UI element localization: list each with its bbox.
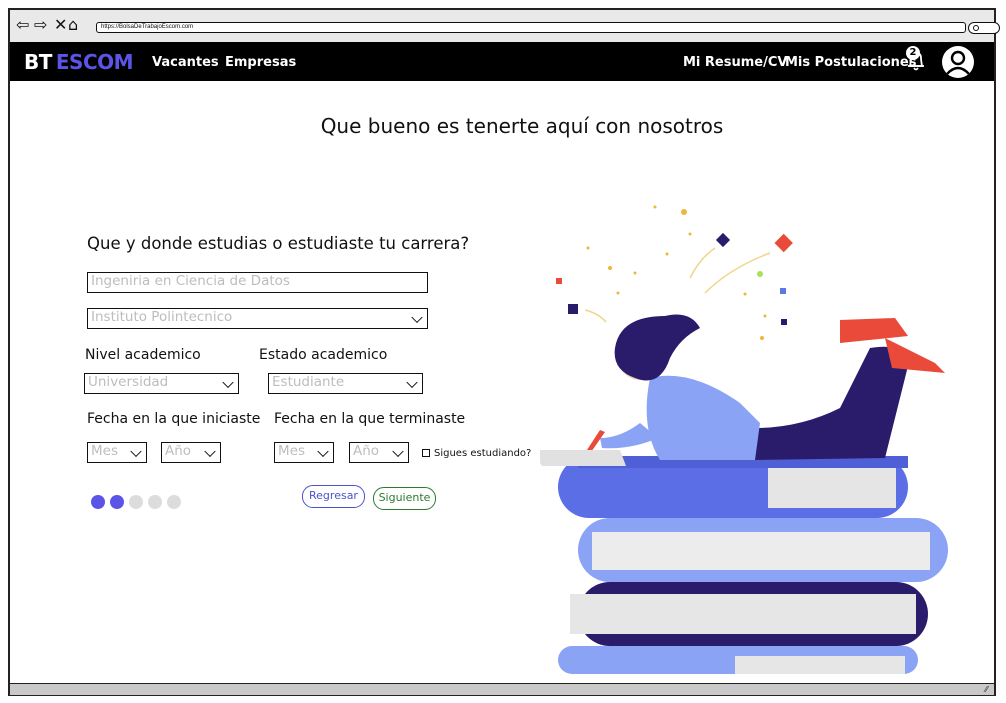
progress-dot — [167, 495, 181, 509]
still-studying-checkbox[interactable]: Sigues estudiando? — [422, 448, 531, 459]
academic-status-select[interactable]: Estudiante — [268, 373, 423, 394]
career-input[interactable]: Ingeniria en Ciencia de Datos — [87, 272, 428, 293]
school-select-value: Instituto Polintecnico — [91, 309, 233, 325]
browser-status-bar — [10, 683, 994, 695]
back-button[interactable]: Regresar — [302, 485, 365, 508]
academic-level-label: Nivel academico — [85, 347, 201, 363]
start-year-value: Año — [165, 443, 192, 459]
nav-link-resume[interactable]: Mi Resume/CV — [683, 55, 787, 70]
browser-search-icon[interactable] — [968, 22, 1000, 34]
progress-dot — [91, 495, 105, 509]
end-date-label: Fecha en la que terminaste — [274, 411, 466, 427]
end-month-select[interactable]: Mes — [274, 442, 334, 463]
chevron-down-icon — [392, 445, 404, 457]
academic-level-select[interactable]: Universidad — [84, 373, 239, 394]
browser-toolbar: ⇦ ⇨ ✕ ⌂ https://BolsaDeTrabajoEscom.com — [10, 10, 1000, 43]
start-month-value: Mes — [91, 443, 118, 459]
start-month-select[interactable]: Mes — [87, 442, 147, 463]
book-stack — [558, 456, 948, 674]
end-year-select[interactable]: Año — [349, 442, 409, 463]
home-icon[interactable]: ⌂ — [68, 15, 78, 35]
url-bar[interactable]: https://BolsaDeTrabajoEscom.com — [96, 22, 966, 33]
academic-status-value: Estudiante — [272, 374, 345, 390]
start-date-label: Fecha en la que iniciaste — [87, 411, 261, 427]
progress-dot — [129, 495, 143, 509]
progress-indicator — [91, 494, 186, 513]
user-icon — [946, 50, 970, 75]
notification-badge: 2 — [906, 46, 920, 60]
brand-bt: BT — [24, 50, 52, 74]
app-navbar: BT ESCOM Vacantes Empresas Mi Resume/CV M… — [10, 42, 994, 81]
arrow-left-icon[interactable]: ⇦ — [16, 15, 29, 35]
nav-link-postulaciones[interactable]: Mis Postulaciones — [785, 55, 916, 70]
start-year-select[interactable]: Año — [161, 442, 221, 463]
next-button[interactable]: Siguiente — [373, 487, 436, 510]
student-illustration — [540, 205, 948, 674]
end-year-value: Año — [353, 443, 380, 459]
brand-logo[interactable]: BT ESCOM — [24, 50, 134, 74]
chevron-down-icon — [204, 445, 216, 457]
nav-link-vacantes[interactable]: Vacantes — [152, 55, 219, 70]
school-select[interactable]: Instituto Polintecnico — [87, 308, 428, 329]
arrow-right-icon[interactable]: ⇨ — [34, 15, 47, 35]
close-icon[interactable]: ✕ — [54, 15, 67, 35]
avatar[interactable] — [942, 46, 974, 78]
brand-escom: ESCOM — [55, 50, 134, 74]
resize-grip-icon[interactable]: ⁄⁄ — [985, 685, 988, 694]
academic-level-value: Universidad — [88, 374, 169, 390]
still-studying-label: Sigues estudiando? — [434, 448, 532, 459]
progress-dot — [148, 495, 162, 509]
chevron-down-icon — [406, 376, 418, 388]
page-title: Que bueno es tenerte aquí con nosotros — [320, 114, 724, 138]
academic-status-label: Estado academico — [259, 347, 388, 363]
chevron-down-icon — [317, 445, 329, 457]
chevron-down-icon — [411, 311, 423, 323]
end-month-value: Mes — [278, 443, 305, 459]
form-question: Que y donde estudias o estudiaste tu car… — [87, 234, 470, 253]
chevron-down-icon — [222, 376, 234, 388]
chevron-down-icon — [130, 445, 142, 457]
nav-link-empresas[interactable]: Empresas — [225, 55, 296, 70]
checkbox-box[interactable] — [422, 449, 430, 457]
progress-dot — [110, 495, 124, 509]
student-figure — [540, 314, 945, 466]
